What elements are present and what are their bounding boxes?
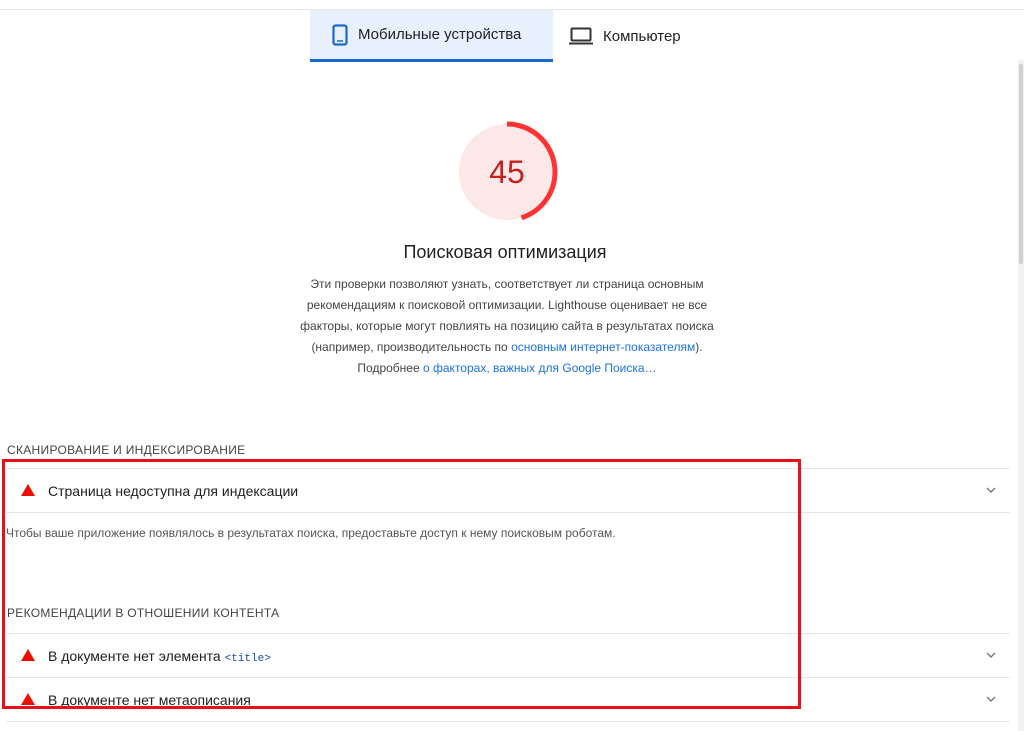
fail-triangle-icon: [21, 484, 35, 496]
audit-title: В документе нет метаописания: [48, 692, 251, 708]
tab-desktop-label: Компьютер: [603, 27, 681, 45]
chevron-down-icon[interactable]: [984, 648, 998, 662]
category-description: Эти проверки позволяют узнать, соответст…: [300, 277, 714, 375]
chevron-down-icon[interactable]: [984, 692, 998, 706]
tab-desktop[interactable]: Компьютер: [553, 10, 695, 62]
search-factors-link[interactable]: о факторах, важных для Google Поиска…: [423, 361, 657, 375]
title-code: <title>: [224, 652, 271, 665]
fail-triangle-icon: [21, 693, 35, 705]
laptop-icon: [569, 27, 593, 45]
audit-title: В документе нет элемента <title>: [48, 647, 271, 665]
audit-meta-description[interactable]: В документе нет метаописания: [6, 678, 1010, 722]
score-value: 45: [489, 154, 525, 190]
category-title: Поисковая оптимизация: [403, 242, 607, 262]
scrollbar[interactable]: [1018, 60, 1024, 731]
group-description: Чтобы ваше приложение появлялось в резул…: [6, 526, 616, 540]
audit-title: Страница недоступна для индексации: [48, 483, 299, 499]
fail-triangle-icon: [21, 649, 35, 661]
audit-is-crawlable[interactable]: Страница недоступна для индексации: [6, 469, 1010, 513]
smartphone-icon: [332, 23, 348, 46]
tab-mobile-label: Мобильные устройства: [358, 26, 522, 43]
tab-mobile[interactable]: Мобильные устройства: [310, 10, 553, 62]
scrollbar-thumb[interactable]: [1019, 64, 1023, 264]
core-web-vitals-link[interactable]: основным интернет-показателям: [511, 340, 695, 354]
chevron-down-icon[interactable]: [984, 483, 998, 497]
audit-document-title[interactable]: В документе нет элемента <title>: [6, 634, 1010, 678]
divider: [6, 512, 1010, 513]
device-tabs: Мобильные устройства Компьютер: [310, 10, 695, 62]
group-header-content: РЕКОМЕНДАЦИИ В ОТНОШЕНИИ КОНТЕНТА: [7, 606, 280, 620]
divider: [6, 721, 1010, 722]
group-header-crawling: СКАНИРОВАНИЕ И ИНДЕКСИРОВАНИЕ: [7, 443, 246, 457]
